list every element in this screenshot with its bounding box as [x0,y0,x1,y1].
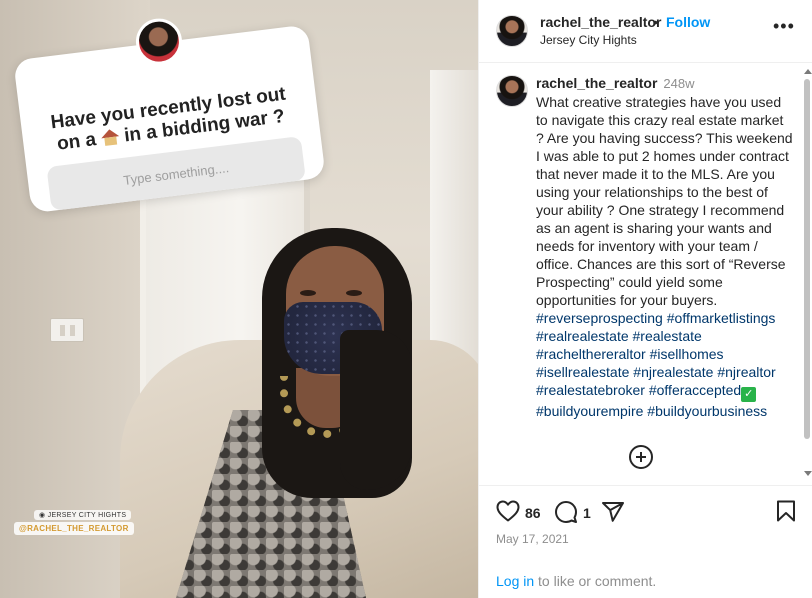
location-sticker: ◉ JERSEY CITY HIGHTS [34,510,132,520]
comment-icon[interactable] [554,500,578,524]
caption-username[interactable]: rachel_the_realtor [536,75,657,91]
hashtag[interactable]: #isellrealestate [536,364,629,380]
hashtag[interactable]: #offeraccepted [649,382,741,398]
hashtag[interactable]: #njrealtor [717,364,775,380]
hashtag[interactable]: #rachelthereraltor [536,346,646,362]
caption: rachel_the_realtor 248w What creative str… [536,74,794,420]
hashtag[interactable]: #realestate [633,328,702,344]
login-prompt: Log in to like or comment. [496,573,656,589]
bookmark-icon[interactable] [776,500,796,522]
mention-sticker: @RACHEL_THE_REALTOR [14,522,134,535]
hashtag[interactable]: #buildyourempire [536,403,643,419]
hashtag[interactable]: #realestatebroker [536,382,645,398]
scroll-down-arrow-icon[interactable] [804,471,812,476]
light-switch [50,318,84,342]
caption-text: What creative strategies have you used t… [536,94,793,308]
header-username[interactable]: rachel_the_realtor [540,14,661,30]
post-header: rachel_the_realtor • Follow Jersey City … [479,0,812,63]
scroll-up-arrow-icon[interactable] [804,69,812,74]
follow-button[interactable]: Follow [666,14,710,30]
post-actions: 86 1 May 17, 2021 Log in to like or comm… [479,485,812,598]
caption-area[interactable]: rachel_the_realtor 248w What creative str… [479,63,812,485]
caption-avatar[interactable] [496,75,528,107]
caption-time[interactable]: 248w [663,76,694,91]
hashtag[interactable]: #realrealestate [536,328,629,344]
scroll-thumb[interactable] [804,79,810,439]
more-icon[interactable]: ••• [773,16,795,37]
heart-icon[interactable] [496,500,520,522]
login-link[interactable]: Log in [496,573,534,589]
post-date[interactable]: May 17, 2021 [496,532,569,546]
person-eye-right [346,290,362,296]
person-eye-left [300,290,316,296]
question-sticker: Have you recently lost out on a in a bid… [10,1,326,214]
caption-scrollbar[interactable] [801,63,812,485]
hashtag[interactable]: #buildyourbusiness [647,403,767,419]
share-icon[interactable] [601,500,625,524]
comment-count[interactable]: 1 [583,505,591,521]
house-icon [100,128,120,146]
post-side-panel: rachel_the_realtor • Follow Jersey City … [478,0,812,598]
header-location[interactable]: Jersey City Hights [540,33,637,47]
hashtag[interactable]: #njrealestate [633,364,713,380]
login-suffix: to like or comment. [534,573,657,589]
avatar[interactable] [496,15,528,47]
post-photo[interactable]: Have you recently lost out on a in a bid… [0,0,478,598]
check-mark-icon: ✓ [741,387,757,402]
like-count[interactable]: 86 [525,505,541,521]
hashtag[interactable]: #offmarketlistings [667,310,776,326]
person-hair-right [340,330,412,490]
hashtag[interactable]: #isellhomes [650,346,724,362]
header-separator: • [653,14,658,30]
hashtag[interactable]: #reverseprospecting [536,310,663,326]
plus-circle-icon[interactable] [629,445,653,469]
